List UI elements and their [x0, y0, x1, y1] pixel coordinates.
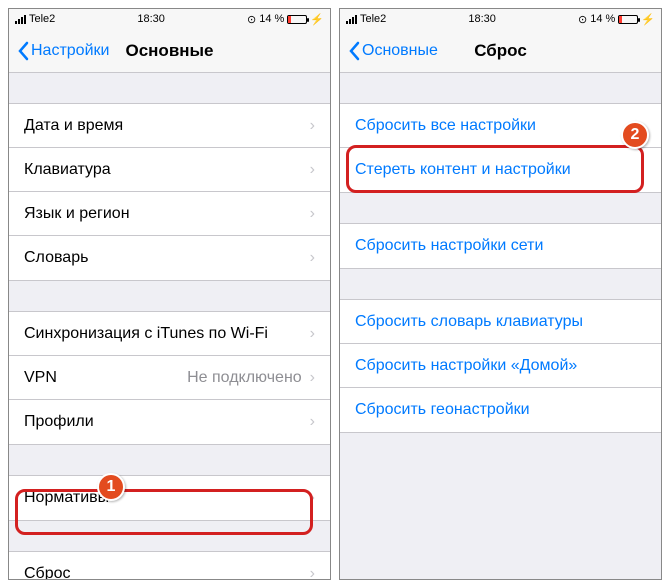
chevron-right-icon: › [310, 325, 315, 343]
battery-icon [287, 15, 307, 24]
step-badge-1: 1 [97, 473, 125, 501]
row-reset-home[interactable]: Сбросить настройки «Домой» [340, 344, 661, 388]
chevron-right-icon: › [310, 413, 315, 431]
row-date-time[interactable]: Дата и время› [9, 104, 330, 148]
content[interactable]: Дата и время› Клавиатура› Язык и регион›… [9, 73, 330, 579]
row-reset-keyboard-dict[interactable]: Сбросить словарь клавиатуры [340, 300, 661, 344]
charging-icon: ⚡ [310, 13, 324, 26]
nav-bar: Настройки Основные [9, 29, 330, 73]
row-keyboard[interactable]: Клавиатура› [9, 148, 330, 192]
clock: 18:30 [468, 13, 496, 25]
charging-icon: ⚡ [641, 13, 655, 26]
battery-pct: 14 % [259, 13, 284, 25]
status-bar: Tele2 18:30 ⊙ 14 % ⚡ [340, 9, 661, 29]
chevron-right-icon: › [310, 369, 315, 387]
back-label: Основные [362, 42, 438, 60]
alarm-icon: ⊙ [578, 13, 587, 26]
status-bar: Tele2 18:30 ⊙ 14 % ⚡ [9, 9, 330, 29]
row-reset[interactable]: Сброс› [9, 552, 330, 579]
row-reset-location[interactable]: Сбросить геонастройки [340, 388, 661, 432]
row-profiles[interactable]: Профили› [9, 400, 330, 444]
chevron-right-icon: › [310, 117, 315, 135]
back-button[interactable]: Основные [348, 41, 438, 61]
signal-icon [15, 15, 26, 24]
row-dictionary[interactable]: Словарь› [9, 236, 330, 280]
step-badge-2: 2 [621, 121, 649, 149]
row-reset-all-settings[interactable]: Сбросить все настройки [340, 104, 661, 148]
nav-bar: Основные Сброс [340, 29, 661, 73]
signal-icon [346, 15, 357, 24]
row-vpn[interactable]: VPNНе подключено› [9, 356, 330, 400]
alarm-icon: ⊙ [247, 13, 256, 26]
phone-right: Tele2 18:30 ⊙ 14 % ⚡ Основные Сброс Сбро… [339, 8, 662, 580]
chevron-right-icon: › [310, 489, 315, 507]
row-erase-content-settings[interactable]: Стереть контент и настройки [340, 148, 661, 192]
row-regulatory[interactable]: Нормативы› [9, 476, 330, 520]
row-itunes-wifi[interactable]: Синхронизация с iTunes по Wi-Fi› [9, 312, 330, 356]
chevron-right-icon: › [310, 249, 315, 267]
battery-pct: 14 % [590, 13, 615, 25]
back-button[interactable]: Настройки [17, 41, 109, 61]
chevron-left-icon [17, 41, 29, 61]
back-label: Настройки [31, 42, 109, 60]
clock: 18:30 [137, 13, 165, 25]
chevron-right-icon: › [310, 161, 315, 179]
carrier-label: Tele2 [360, 13, 386, 25]
row-language-region[interactable]: Язык и регион› [9, 192, 330, 236]
content[interactable]: Сбросить все настройки Стереть контент и… [340, 73, 661, 579]
chevron-right-icon: › [310, 565, 315, 580]
phone-left: Tele2 18:30 ⊙ 14 % ⚡ Настройки Основные … [8, 8, 331, 580]
chevron-right-icon: › [310, 205, 315, 223]
row-reset-network[interactable]: Сбросить настройки сети [340, 224, 661, 268]
battery-icon [618, 15, 638, 24]
chevron-left-icon [348, 41, 360, 61]
carrier-label: Tele2 [29, 13, 55, 25]
